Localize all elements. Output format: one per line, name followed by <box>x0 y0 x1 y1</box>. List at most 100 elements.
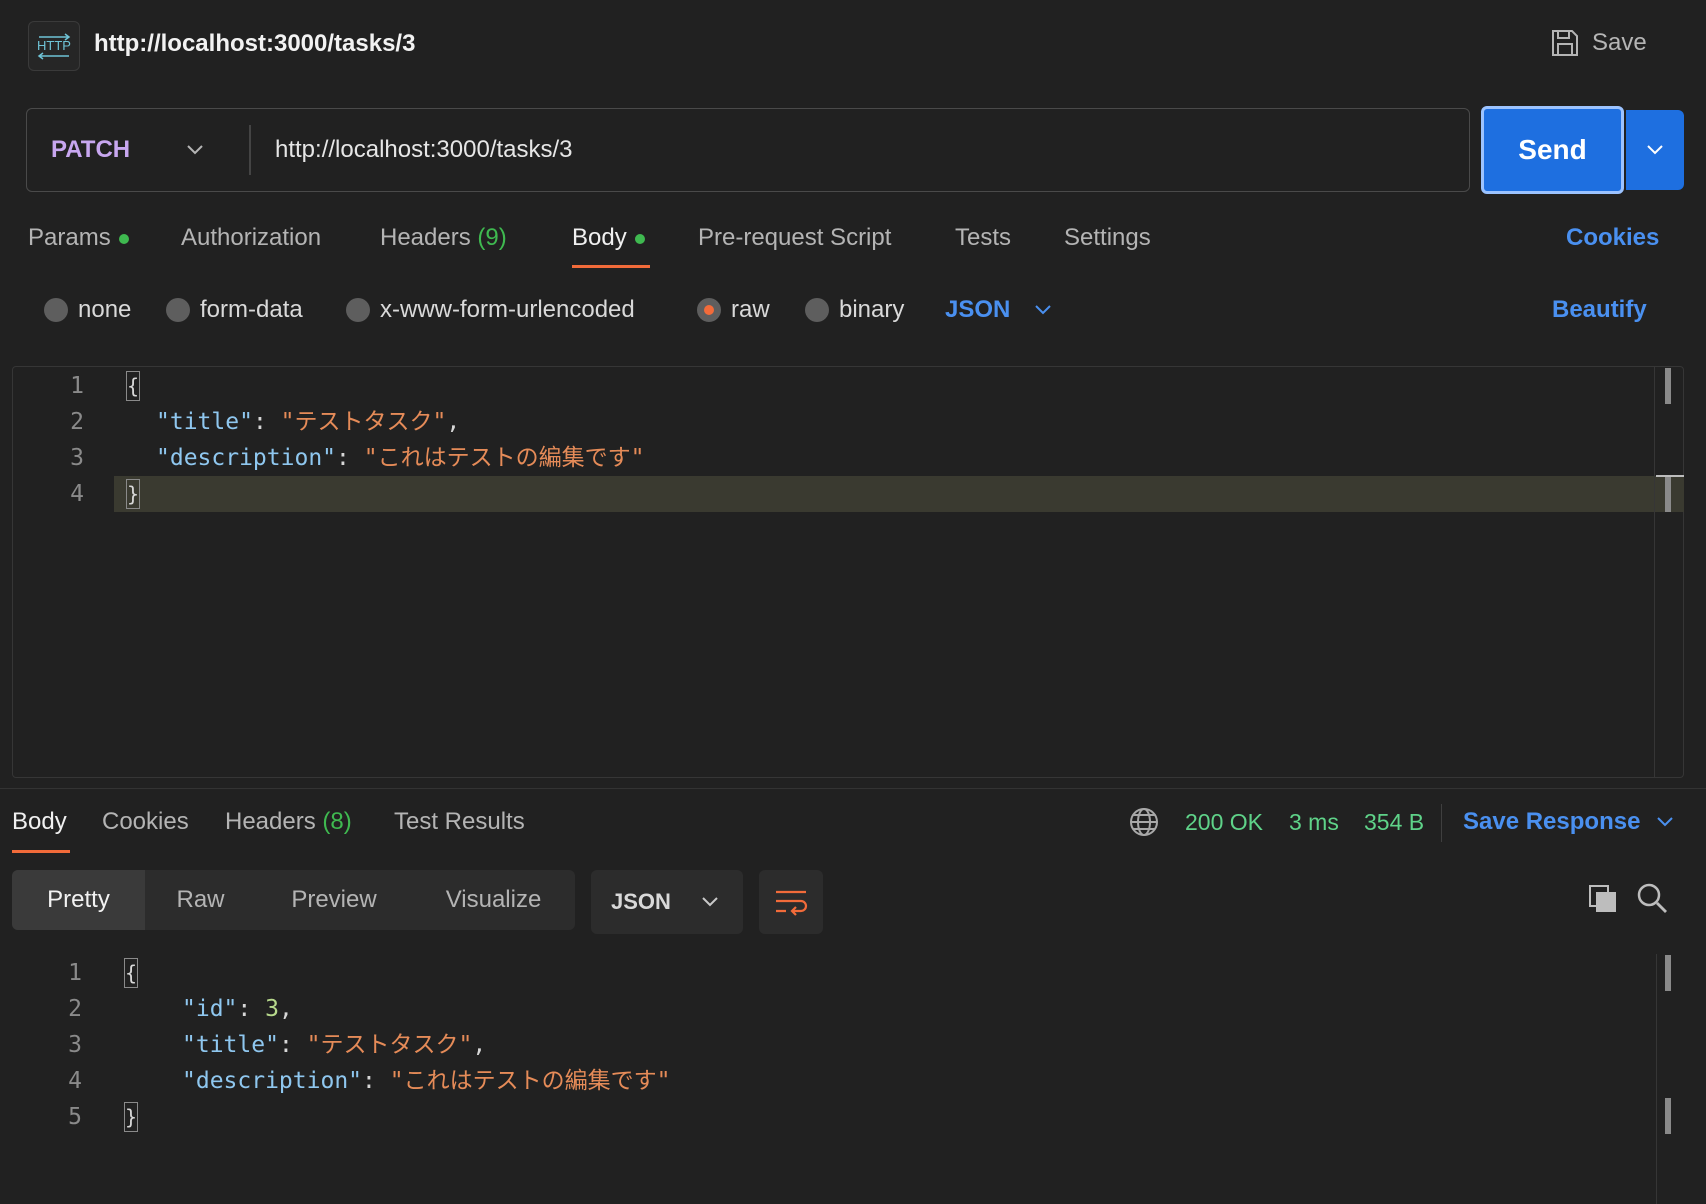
response-active-tab-indicator <box>12 850 70 853</box>
response-tab-cookies[interactable]: Cookies <box>102 808 189 836</box>
tab-body-label: Body <box>572 224 627 251</box>
json-key: "title" <box>156 409 253 435</box>
response-status[interactable]: 200 OK <box>1185 809 1263 836</box>
json-key: "title" <box>182 1032 279 1058</box>
view-preview-button[interactable]: Preview <box>256 870 412 930</box>
wrap-lines-icon <box>776 890 808 916</box>
url-input[interactable] <box>275 127 1425 173</box>
search-icon[interactable] <box>1636 882 1668 919</box>
tab-pre-request-script[interactable]: Pre-request Script <box>698 224 891 252</box>
scrollbar-marker[interactable] <box>1665 476 1671 512</box>
method-label: PATCH <box>51 135 131 163</box>
http-request-icon: HTTP <box>28 21 80 71</box>
view-pretty-button[interactable]: Pretty <box>12 870 145 930</box>
tab-params-label: Params <box>28 224 111 251</box>
view-visualize-button[interactable]: Visualize <box>412 870 575 930</box>
line-number: 1 <box>70 373 84 399</box>
tab-settings[interactable]: Settings <box>1064 224 1151 252</box>
floppy-disk-icon <box>1552 30 1578 56</box>
radio-urlencoded-label: x-www-form-urlencoded <box>380 296 635 323</box>
radio-circle <box>805 298 829 322</box>
radio-none[interactable]: none <box>44 296 131 324</box>
line-number: 4 <box>68 1068 82 1094</box>
request-line-numbers: 1 2 3 4 <box>44 368 84 512</box>
scrollbar-cursor-indicator <box>1656 475 1684 477</box>
chevron-down-icon <box>1647 145 1663 155</box>
save-label: Save <box>1592 29 1647 56</box>
tab-headers[interactable]: Headers (9) <box>380 224 507 252</box>
save-button[interactable]: Save <box>1550 28 1647 58</box>
response-headers-count: (8) <box>322 808 352 835</box>
tab-headers-label: Headers <box>380 224 471 251</box>
open-brace: { <box>124 958 138 988</box>
response-format-select[interactable]: JSON <box>591 870 743 934</box>
radio-circle <box>44 298 68 322</box>
radio-raw[interactable]: raw <box>697 296 770 324</box>
tab-tests[interactable]: Tests <box>955 224 1011 252</box>
send-button[interactable]: Send <box>1481 106 1624 194</box>
response-format-label: JSON <box>611 889 671 914</box>
radio-circle-selected <box>697 298 721 322</box>
request-title[interactable]: http://localhost:3000/tasks/3 <box>94 30 415 58</box>
radio-binary[interactable]: binary <box>805 296 904 324</box>
response-tab-body[interactable]: Body <box>12 808 67 836</box>
body-active-dot <box>634 233 645 244</box>
response-time[interactable]: 3 ms <box>1289 809 1339 836</box>
json-key: "description" <box>182 1068 363 1094</box>
json-string-value: "これはテストの編集です" <box>363 445 645 471</box>
radio-raw-label: raw <box>731 296 770 323</box>
radio-form-data[interactable]: form-data <box>166 296 303 324</box>
open-brace: { <box>126 371 140 401</box>
chevron-down-icon <box>187 144 203 154</box>
response-divider[interactable] <box>0 788 1706 789</box>
radio-none-label: none <box>78 296 132 323</box>
scrollbar-marker[interactable] <box>1665 368 1671 404</box>
line-number: 3 <box>68 1032 82 1058</box>
radio-urlencoded[interactable]: x-www-form-urlencoded <box>346 296 635 324</box>
status-divider <box>1441 804 1442 842</box>
response-size[interactable]: 354 B <box>1364 809 1424 836</box>
line-number: 5 <box>68 1104 82 1130</box>
tab-params[interactable]: Params <box>28 224 129 252</box>
beautify-button[interactable]: Beautify <box>1552 296 1647 324</box>
cookies-link[interactable]: Cookies <box>1566 224 1659 252</box>
radio-form-data-label: form-data <box>200 296 303 323</box>
body-format-select[interactable]: JSON <box>945 296 1052 324</box>
json-key: "id" <box>182 996 238 1022</box>
close-brace: } <box>124 1102 138 1132</box>
json-number-value: 3 <box>265 996 279 1022</box>
tab-body[interactable]: Body <box>572 224 645 252</box>
tab-authorization[interactable]: Authorization <box>181 224 321 252</box>
radio-binary-label: binary <box>839 296 905 323</box>
method-select[interactable]: PATCH <box>51 109 251 190</box>
response-scroll-divider <box>1656 954 1657 1204</box>
json-string-value: "テストタスク" <box>280 409 447 435</box>
response-tab-test-results[interactable]: Test Results <box>394 808 525 836</box>
chevron-down-icon <box>1035 305 1052 315</box>
chevron-down-icon <box>1657 817 1674 827</box>
save-response-label: Save Response <box>1463 808 1641 835</box>
response-tab-headers[interactable]: Headers (8) <box>225 808 352 836</box>
globe-icon[interactable] <box>1128 806 1160 843</box>
response-view-group: Pretty Raw Preview Visualize <box>12 870 575 930</box>
response-line-numbers: 1 2 3 4 5 <box>42 955 82 1135</box>
scrollbar-marker[interactable] <box>1665 955 1671 991</box>
scrollbar-marker[interactable] <box>1665 1098 1671 1134</box>
view-raw-button[interactable]: Raw <box>145 870 256 930</box>
active-tab-indicator <box>572 265 650 268</box>
line-number: 2 <box>70 409 84 435</box>
line-number: 2 <box>68 996 82 1022</box>
request-code: { "title": "テストタスク", "description": "これは… <box>126 368 644 512</box>
editor-scroll-divider <box>1654 366 1655 778</box>
save-response-button[interactable]: Save Response <box>1463 808 1674 836</box>
json-string-value: "テストタスク" <box>306 1032 473 1058</box>
close-brace: } <box>126 479 140 509</box>
params-active-dot <box>118 233 129 244</box>
wrap-lines-button[interactable] <box>759 870 823 934</box>
chevron-down-icon <box>702 897 718 907</box>
copy-icon[interactable] <box>1588 884 1618 919</box>
headers-count: (9) <box>477 224 507 251</box>
response-tab-headers-label: Headers <box>225 808 316 835</box>
send-options-button[interactable] <box>1626 110 1684 190</box>
line-number: 4 <box>70 481 84 507</box>
